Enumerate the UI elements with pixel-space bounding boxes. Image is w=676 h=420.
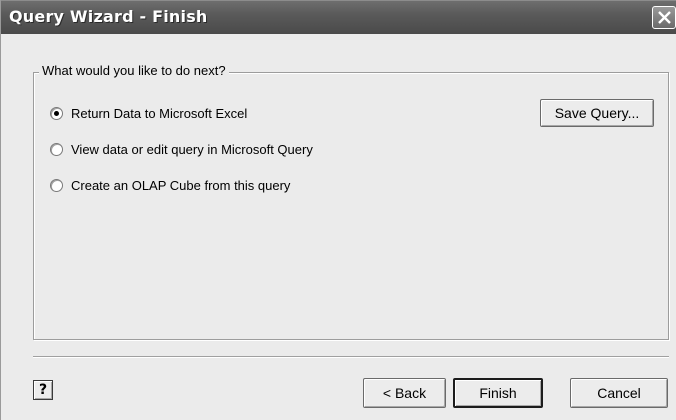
back-button[interactable]: < Back [363,378,446,408]
save-query-button[interactable]: Save Query... [540,99,654,127]
finish-button[interactable]: Finish [453,378,543,408]
option-label: Return Data to Microsoft Excel [71,105,248,121]
title-bar: Query Wizard - Finish [1,0,676,34]
help-icon: ? [38,382,48,398]
option-create-olap-cube[interactable]: Create an OLAP Cube from this query [50,175,290,195]
query-wizard-dialog: Query Wizard - Finish What would you lik… [0,0,676,420]
option-label: Create an OLAP Cube from this query [71,177,291,193]
radio-create-olap-cube[interactable] [50,178,63,192]
help-button[interactable]: ? [33,380,53,400]
close-button[interactable] [652,6,676,29]
option-return-data[interactable]: Return Data to Microsoft Excel [50,103,247,123]
cancel-button[interactable]: Cancel [570,378,668,408]
group-legend: What would you like to do next? [39,63,229,78]
option-view-edit-query[interactable]: View data or edit query in Microsoft Que… [50,139,313,159]
close-icon [658,11,671,24]
radio-return-data[interactable] [50,106,63,120]
radio-view-edit-query[interactable] [50,142,63,156]
window-title: Query Wizard - Finish [9,7,208,26]
option-label: View data or edit query in Microsoft Que… [71,141,313,157]
footer-separator [33,356,669,358]
